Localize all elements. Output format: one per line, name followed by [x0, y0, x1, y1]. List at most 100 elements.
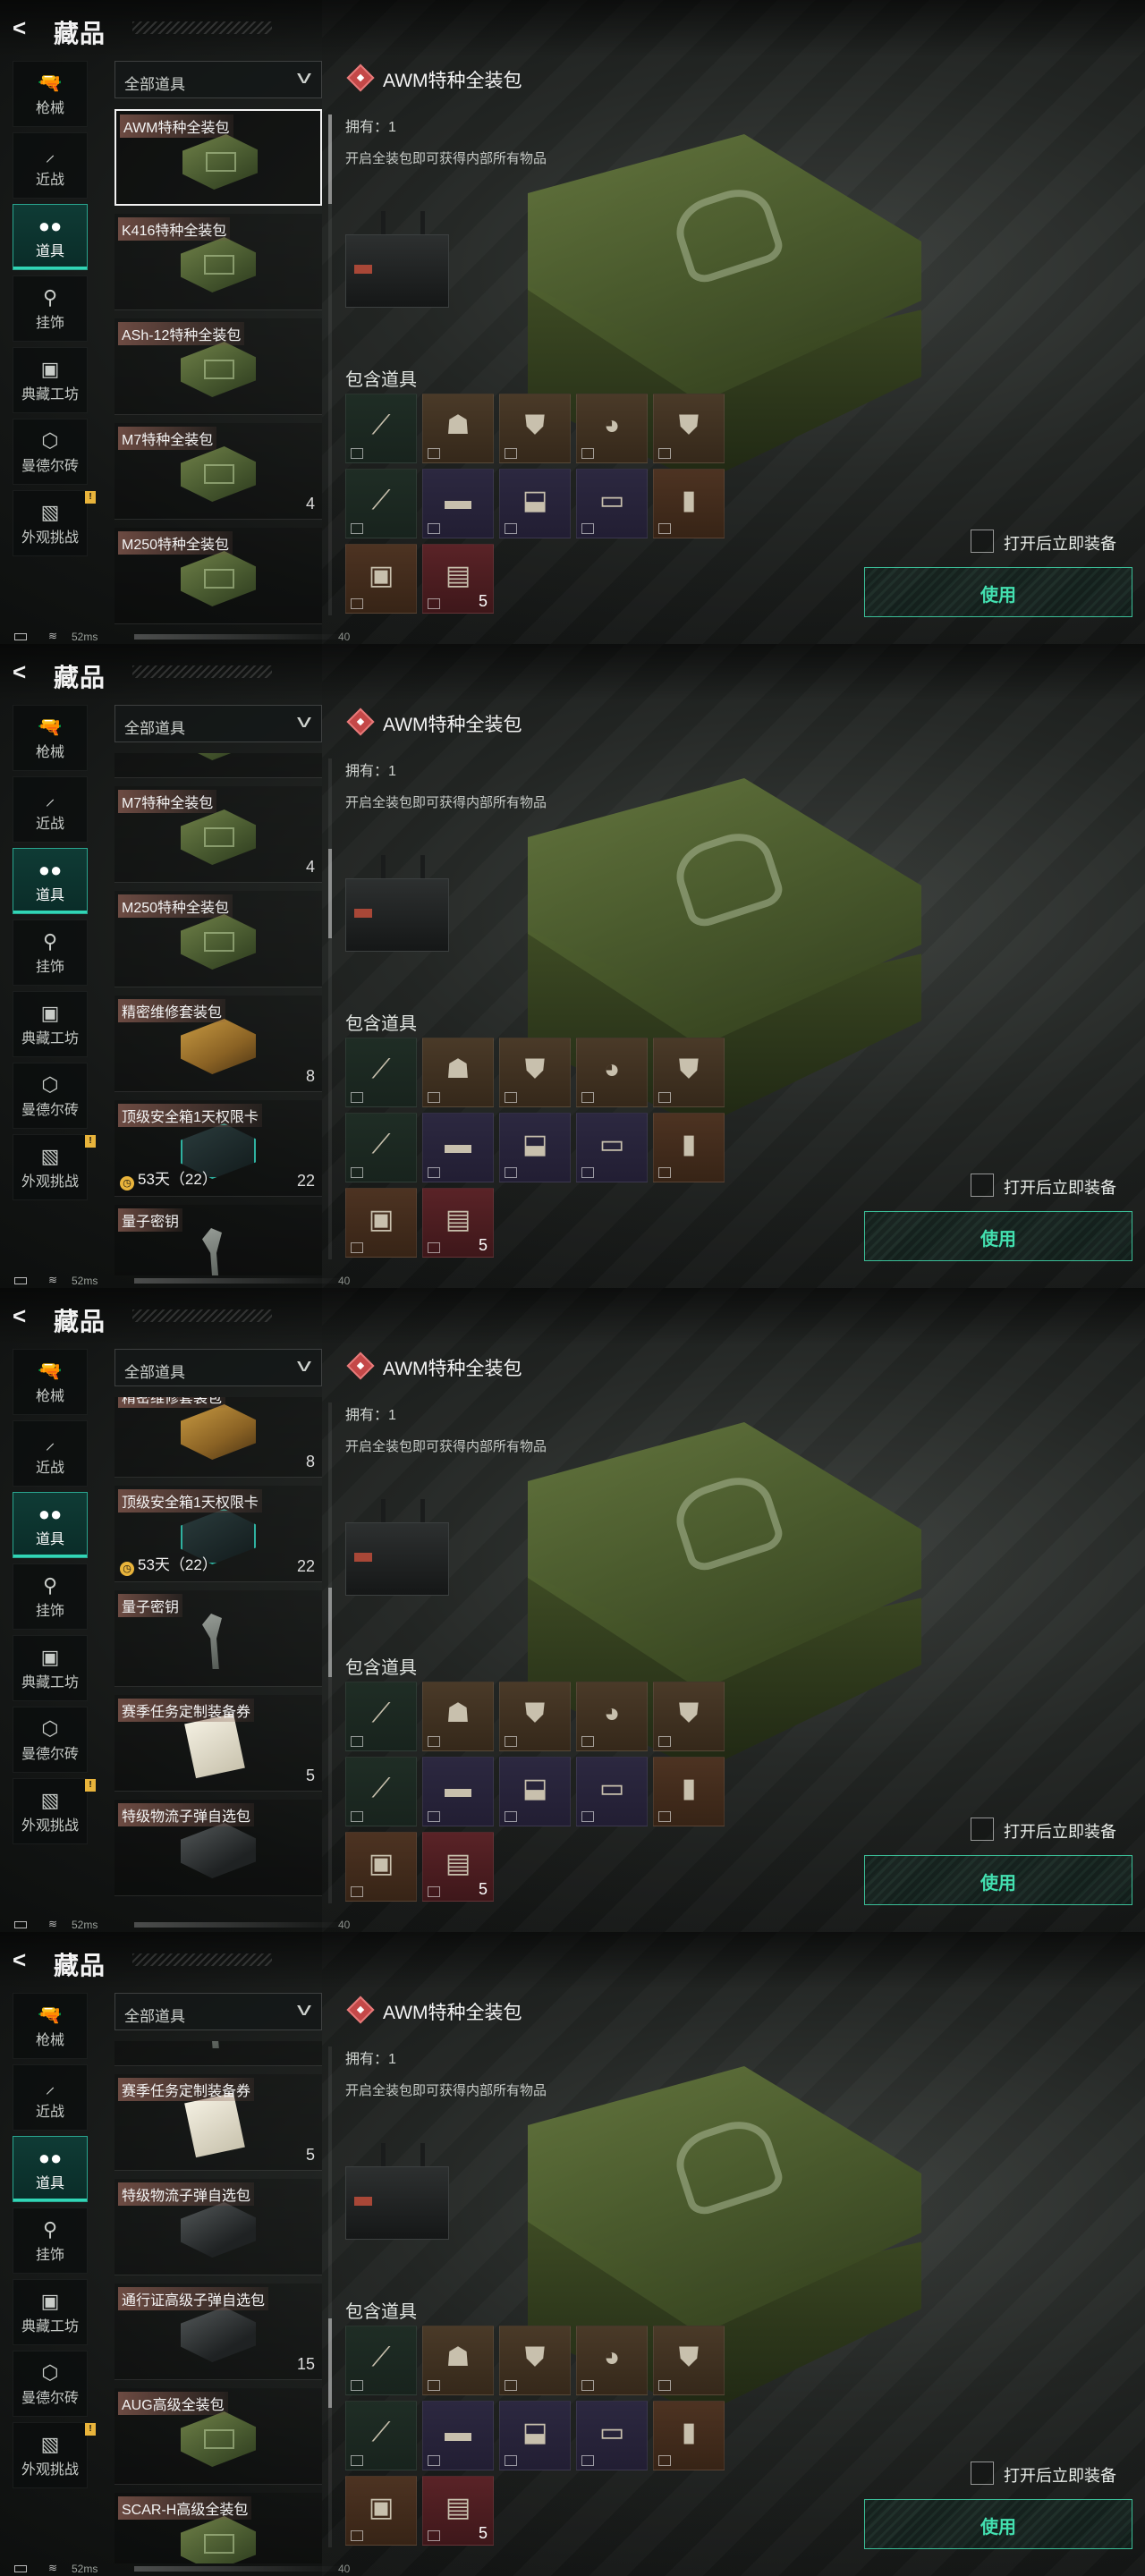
- sidebar-item-6[interactable]: ⬡ 曼德尔砖: [13, 1707, 88, 1773]
- sidebar-item-6[interactable]: ⬡ 曼德尔砖: [13, 419, 88, 485]
- item-card[interactable]: 量子密钥: [114, 1205, 322, 1275]
- item-card[interactable]: M250特种全装包: [114, 528, 322, 624]
- content-item[interactable]: ◕: [576, 1038, 648, 1107]
- sidebar-item-2[interactable]: ⸝ 近战: [13, 776, 88, 843]
- content-item[interactable]: ◕: [576, 394, 648, 463]
- item-card[interactable]: AWM特种全装包: [114, 109, 322, 206]
- sidebar-item-5[interactable]: ▣ 典藏工坊: [13, 991, 88, 1057]
- sidebar-item-7[interactable]: ▧ 外观挑战!: [13, 1778, 96, 1844]
- content-item[interactable]: ⟋: [345, 1682, 417, 1751]
- back-arrow-icon[interactable]: <: [13, 1304, 36, 1327]
- equip-checkbox[interactable]: [971, 1818, 994, 1841]
- content-item[interactable]: ⬓: [499, 1757, 571, 1826]
- content-item[interactable]: ▭: [576, 469, 648, 538]
- content-item[interactable]: ⟋: [345, 2326, 417, 2395]
- sidebar-item-7[interactable]: ▧ 外观挑战!: [13, 490, 96, 556]
- content-item[interactable]: ▤ 5: [422, 1188, 494, 1258]
- use-button[interactable]: 使用: [864, 1855, 1132, 1905]
- sidebar-item-2[interactable]: ⸝ 近战: [13, 132, 88, 199]
- content-item[interactable]: ⟋: [345, 469, 417, 538]
- content-item[interactable]: ▣: [345, 1188, 417, 1258]
- content-item[interactable]: ▭: [576, 1113, 648, 1182]
- list-scrollbar[interactable]: [328, 114, 332, 615]
- content-item[interactable]: ⟋: [345, 1757, 417, 1826]
- sidebar-item-1[interactable]: 🔫 枪械: [13, 705, 88, 771]
- sidebar-item-7[interactable]: ▧ 外观挑战!: [13, 1134, 96, 1200]
- filter-dropdown[interactable]: 全部道具 v: [114, 1349, 322, 1386]
- sidebar-item-2[interactable]: ⸝ 近战: [13, 1420, 88, 1487]
- content-item[interactable]: ⛊: [499, 2326, 571, 2395]
- content-item[interactable]: ⛊: [653, 2326, 725, 2395]
- content-item[interactable]: ⬓: [499, 469, 571, 538]
- content-item[interactable]: ⬓: [499, 1113, 571, 1182]
- sidebar-item-3[interactable]: ●● 道具: [13, 2136, 88, 2202]
- item-card[interactable]: [114, 2041, 322, 2066]
- item-card[interactable]: ASh-12特种全装包: [114, 318, 322, 415]
- content-item[interactable]: ⛊: [499, 1682, 571, 1751]
- content-item[interactable]: ▭: [576, 2401, 648, 2470]
- back-arrow-icon[interactable]: <: [13, 16, 36, 39]
- content-item[interactable]: ▬: [422, 1113, 494, 1182]
- item-card[interactable]: SCAR-H高级全装包: [114, 2493, 322, 2563]
- sidebar-item-6[interactable]: ⬡ 曼德尔砖: [13, 2351, 88, 2417]
- equip-checkbox[interactable]: [971, 1174, 994, 1197]
- content-item[interactable]: ▤ 5: [422, 1832, 494, 1902]
- sidebar-item-4[interactable]: ⚲ 挂饰: [13, 275, 88, 342]
- sidebar-item-3[interactable]: ●● 道具: [13, 204, 88, 270]
- item-card[interactable]: 特级物流子弹自选包: [114, 2179, 322, 2275]
- content-item[interactable]: ⟋: [345, 1113, 417, 1182]
- content-item[interactable]: ⛊: [653, 1682, 725, 1751]
- sidebar-item-1[interactable]: 🔫 枪械: [13, 61, 88, 127]
- item-list[interactable]: M7特种全装包 4 M250特种全装包 精密维修套装包 8 顶级安全箱1天权限卡 22 ◷ 53…: [114, 753, 322, 1275]
- equip-checkbox[interactable]: [971, 2462, 994, 2485]
- sidebar-item-5[interactable]: ▣ 典藏工坊: [13, 2279, 88, 2345]
- content-item[interactable]: ⛊: [653, 394, 725, 463]
- list-scrollbar[interactable]: [328, 758, 332, 1259]
- item-list[interactable]: 精密维修套装包 8 顶级安全箱1天权限卡 22 ◷ 53天（22） 量子密钥 赛季任务定制装备…: [114, 1397, 322, 1919]
- content-item[interactable]: ▣: [345, 544, 417, 614]
- item-card[interactable]: M7特种全装包 4: [114, 786, 322, 883]
- sidebar-item-4[interactable]: ⚲ 挂饰: [13, 2207, 88, 2274]
- item-card[interactable]: 特级物流子弹自选包: [114, 1800, 322, 1896]
- sidebar-item-4[interactable]: ⚲ 挂饰: [13, 1563, 88, 1630]
- content-item[interactable]: ⟋: [345, 2401, 417, 2470]
- item-list[interactable]: 赛季任务定制装备券 5 特级物流子弹自选包 通行证高级子弹自选包 15 AUG高级全装包 S…: [114, 2041, 322, 2563]
- content-item[interactable]: ⟋: [345, 394, 417, 463]
- item-card[interactable]: 量子密钥: [114, 1590, 322, 1687]
- content-item[interactable]: ▬: [422, 2401, 494, 2470]
- use-button[interactable]: 使用: [864, 1211, 1132, 1261]
- item-card[interactable]: 顶级安全箱1天权限卡 22 ◷ 53天（22）: [114, 1100, 322, 1197]
- content-item[interactable]: ▣: [345, 1832, 417, 1902]
- content-item[interactable]: ⛊: [653, 1038, 725, 1107]
- scrollbar-thumb[interactable]: [328, 849, 332, 938]
- content-item[interactable]: ▤ 5: [422, 544, 494, 614]
- equip-checkbox[interactable]: [971, 530, 994, 553]
- sidebar-item-4[interactable]: ⚲ 挂饰: [13, 919, 88, 986]
- item-card[interactable]: M7特种全装包 4: [114, 423, 322, 520]
- use-button[interactable]: 使用: [864, 2499, 1132, 2549]
- scrollbar-thumb[interactable]: [328, 1588, 332, 1677]
- item-card[interactable]: 顶级安全箱1天权限卡 22 ◷ 53天（22）: [114, 1486, 322, 1582]
- scrollbar-thumb[interactable]: [328, 114, 332, 204]
- sidebar-item-1[interactable]: 🔫 枪械: [13, 1349, 88, 1415]
- content-item[interactable]: ⟋: [345, 1038, 417, 1107]
- content-item[interactable]: ☗: [422, 2326, 494, 2395]
- back-arrow-icon[interactable]: <: [13, 660, 36, 683]
- content-item[interactable]: ▭: [576, 1757, 648, 1826]
- item-card[interactable]: [114, 753, 322, 778]
- content-item[interactable]: ▬: [422, 469, 494, 538]
- sidebar-item-3[interactable]: ●● 道具: [13, 1492, 88, 1558]
- content-item[interactable]: ⛊: [499, 394, 571, 463]
- content-item[interactable]: ▮: [653, 1757, 725, 1826]
- filter-dropdown[interactable]: 全部道具 v: [114, 705, 322, 742]
- item-card[interactable]: 赛季任务定制装备券 5: [114, 2074, 322, 2171]
- content-item[interactable]: ◕: [576, 2326, 648, 2395]
- content-item[interactable]: ▣: [345, 2476, 417, 2546]
- filter-dropdown[interactable]: 全部道具 v: [114, 61, 322, 98]
- content-item[interactable]: ▬: [422, 1757, 494, 1826]
- item-card[interactable]: K416特种全装包: [114, 214, 322, 310]
- filter-dropdown[interactable]: 全部道具 v: [114, 1993, 322, 2030]
- item-card[interactable]: AUG高级全装包: [114, 2388, 322, 2485]
- content-item[interactable]: ☗: [422, 1682, 494, 1751]
- scrollbar-thumb[interactable]: [328, 2318, 332, 2408]
